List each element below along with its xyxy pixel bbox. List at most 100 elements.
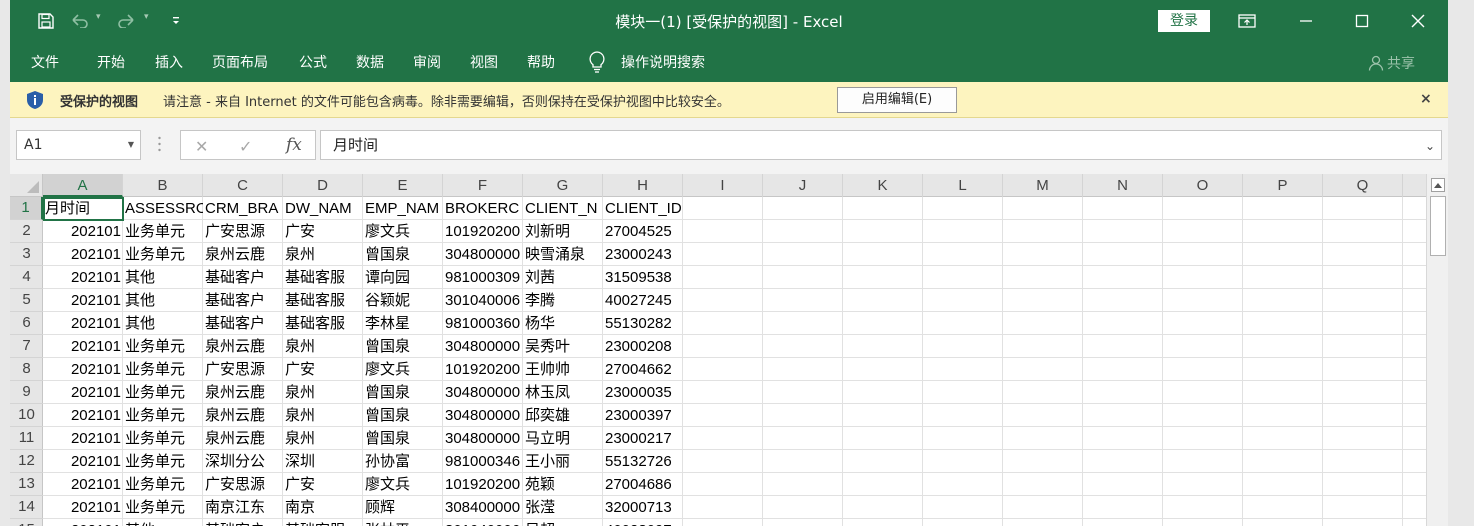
column-header-q[interactable]: Q [1323, 174, 1403, 197]
cell-e5[interactable]: 谷颖妮 [363, 289, 443, 312]
cell-g9[interactable]: 林玉凤 [523, 381, 603, 404]
cell-g11[interactable]: 马立明 [523, 427, 603, 450]
cell-f1[interactable]: BROKERC [443, 197, 523, 220]
close-icon[interactable] [1404, 8, 1432, 34]
cell-b1[interactable]: ASSESSRO [123, 197, 203, 220]
cell-f6[interactable]: 981000360 [443, 312, 523, 335]
column-header-f[interactable]: F [443, 174, 523, 197]
cell-g3[interactable]: 映雪涌泉 [523, 243, 603, 266]
cell-e4[interactable]: 谭向园 [363, 266, 443, 289]
cell-h8[interactable]: 27004662 [603, 358, 683, 381]
row-header-4[interactable]: 4 [10, 266, 43, 289]
cell-f3[interactable]: 304800000 [443, 243, 523, 266]
cell-f15[interactable]: 301040006 [443, 519, 523, 526]
cell-a5[interactable]: 202101 [43, 289, 123, 312]
cell-c7[interactable]: 泉州云鹿 [203, 335, 283, 358]
cell-g13[interactable]: 苑颖 [523, 473, 603, 496]
cell-b9[interactable]: 业务单元 [123, 381, 203, 404]
cell-h1[interactable]: CLIENT_ID [603, 197, 683, 220]
cell-c15[interactable]: 基础客户 [203, 519, 283, 526]
cell-e15[interactable]: 张林平 [363, 519, 443, 526]
cell-c1[interactable]: CRM_BRA [203, 197, 283, 220]
cell-b10[interactable]: 业务单元 [123, 404, 203, 427]
cell-h6[interactable]: 55130282 [603, 312, 683, 335]
cell-d4[interactable]: 基础客服 [283, 266, 363, 289]
enable-editing-button[interactable]: 启用编辑(E) [837, 87, 957, 113]
cell-g7[interactable]: 吴秀叶 [523, 335, 603, 358]
cell-d12[interactable]: 深圳 [283, 450, 363, 473]
row-header-6[interactable]: 6 [10, 312, 43, 335]
chevron-down-icon[interactable]: ▼ [128, 131, 134, 159]
cell-d7[interactable]: 泉州 [283, 335, 363, 358]
tab-data[interactable]: 数据 [356, 52, 384, 72]
cell-f10[interactable]: 304800000 [443, 404, 523, 427]
column-header-d[interactable]: D [283, 174, 363, 197]
cell-f13[interactable]: 101920200 [443, 473, 523, 496]
cell-g14[interactable]: 张滢 [523, 496, 603, 519]
cell-f8[interactable]: 101920200 [443, 358, 523, 381]
cell-c9[interactable]: 泉州云鹿 [203, 381, 283, 404]
cell-f4[interactable]: 981000309 [443, 266, 523, 289]
cell-g10[interactable]: 邱奕雄 [523, 404, 603, 427]
cell-f12[interactable]: 981000346 [443, 450, 523, 473]
cell-d3[interactable]: 泉州 [283, 243, 363, 266]
cell-a6[interactable]: 202101 [43, 312, 123, 335]
cell-c11[interactable]: 泉州云鹿 [203, 427, 283, 450]
row-header-1[interactable]: 1 [10, 197, 43, 220]
cell-e7[interactable]: 曾国泉 [363, 335, 443, 358]
vertical-scrollbar[interactable] [1426, 174, 1448, 526]
row-header-12[interactable]: 12 [10, 450, 43, 473]
column-header-b[interactable]: B [123, 174, 203, 197]
column-header-o[interactable]: O [1163, 174, 1243, 197]
cell-d1[interactable]: DW_NAM [283, 197, 363, 220]
row-header-11[interactable]: 11 [10, 427, 43, 450]
cell-a11[interactable]: 202101 [43, 427, 123, 450]
cancel-icon[interactable]: ✕ [195, 137, 208, 156]
cell-b4[interactable]: 其他 [123, 266, 203, 289]
cell-b6[interactable]: 其他 [123, 312, 203, 335]
cell-c2[interactable]: 广安思源 [203, 220, 283, 243]
cell-a10[interactable]: 202101 [43, 404, 123, 427]
share-button[interactable]: 共享 [1368, 53, 1415, 73]
cell-h5[interactable]: 40027245 [603, 289, 683, 312]
cell-g6[interactable]: 杨华 [523, 312, 603, 335]
cell-e10[interactable]: 曾国泉 [363, 404, 443, 427]
cell-c13[interactable]: 广安思源 [203, 473, 283, 496]
column-header-n[interactable]: N [1083, 174, 1163, 197]
cell-f2[interactable]: 101920200 [443, 220, 523, 243]
cell-area[interactable]: 月时间 ASSESSRO CRM_BRA DW_NAM EMP_NAM BROKERC CL… [43, 197, 1426, 526]
cell-g12[interactable]: 王小丽 [523, 450, 603, 473]
formula-input[interactable]: 月时间 ⌄ [320, 130, 1442, 160]
column-header-c[interactable]: C [203, 174, 283, 197]
cell-g4[interactable]: 刘茜 [523, 266, 603, 289]
cell-g8[interactable]: 王帅帅 [523, 358, 603, 381]
cell-h13[interactable]: 27004686 [603, 473, 683, 496]
column-header-m[interactable]: M [1003, 174, 1083, 197]
cell-a8[interactable]: 202101 [43, 358, 123, 381]
cell-e14[interactable]: 顾辉 [363, 496, 443, 519]
minimize-icon[interactable] [1292, 8, 1320, 34]
cell-a3[interactable]: 202101 [43, 243, 123, 266]
tab-view[interactable]: 视图 [470, 52, 498, 72]
cell-d14[interactable]: 南京 [283, 496, 363, 519]
cell-e12[interactable]: 孙协富 [363, 450, 443, 473]
lightbulb-icon[interactable] [588, 51, 606, 77]
ribbon-display-icon[interactable] [1233, 8, 1261, 34]
scrollbar-thumb[interactable] [1430, 196, 1446, 256]
cell-c4[interactable]: 基础客户 [203, 266, 283, 289]
tab-formulas[interactable]: 公式 [299, 52, 327, 72]
cell-a2[interactable]: 202101 [43, 220, 123, 243]
select-all-button[interactable] [10, 174, 43, 197]
cell-h14[interactable]: 32000713 [603, 496, 683, 519]
tab-insert[interactable]: 插入 [155, 52, 183, 72]
column-header-e[interactable]: E [363, 174, 443, 197]
row-header-9[interactable]: 9 [10, 381, 43, 404]
cell-g5[interactable]: 李腾 [523, 289, 603, 312]
row-header-10[interactable]: 10 [10, 404, 43, 427]
cell-a7[interactable]: 202101 [43, 335, 123, 358]
cell-c14[interactable]: 南京江东 [203, 496, 283, 519]
cell-b5[interactable]: 其他 [123, 289, 203, 312]
drag-handle-icon[interactable] [158, 136, 161, 152]
cell-g15[interactable]: 吴超 [523, 519, 603, 526]
cell-d8[interactable]: 广安 [283, 358, 363, 381]
